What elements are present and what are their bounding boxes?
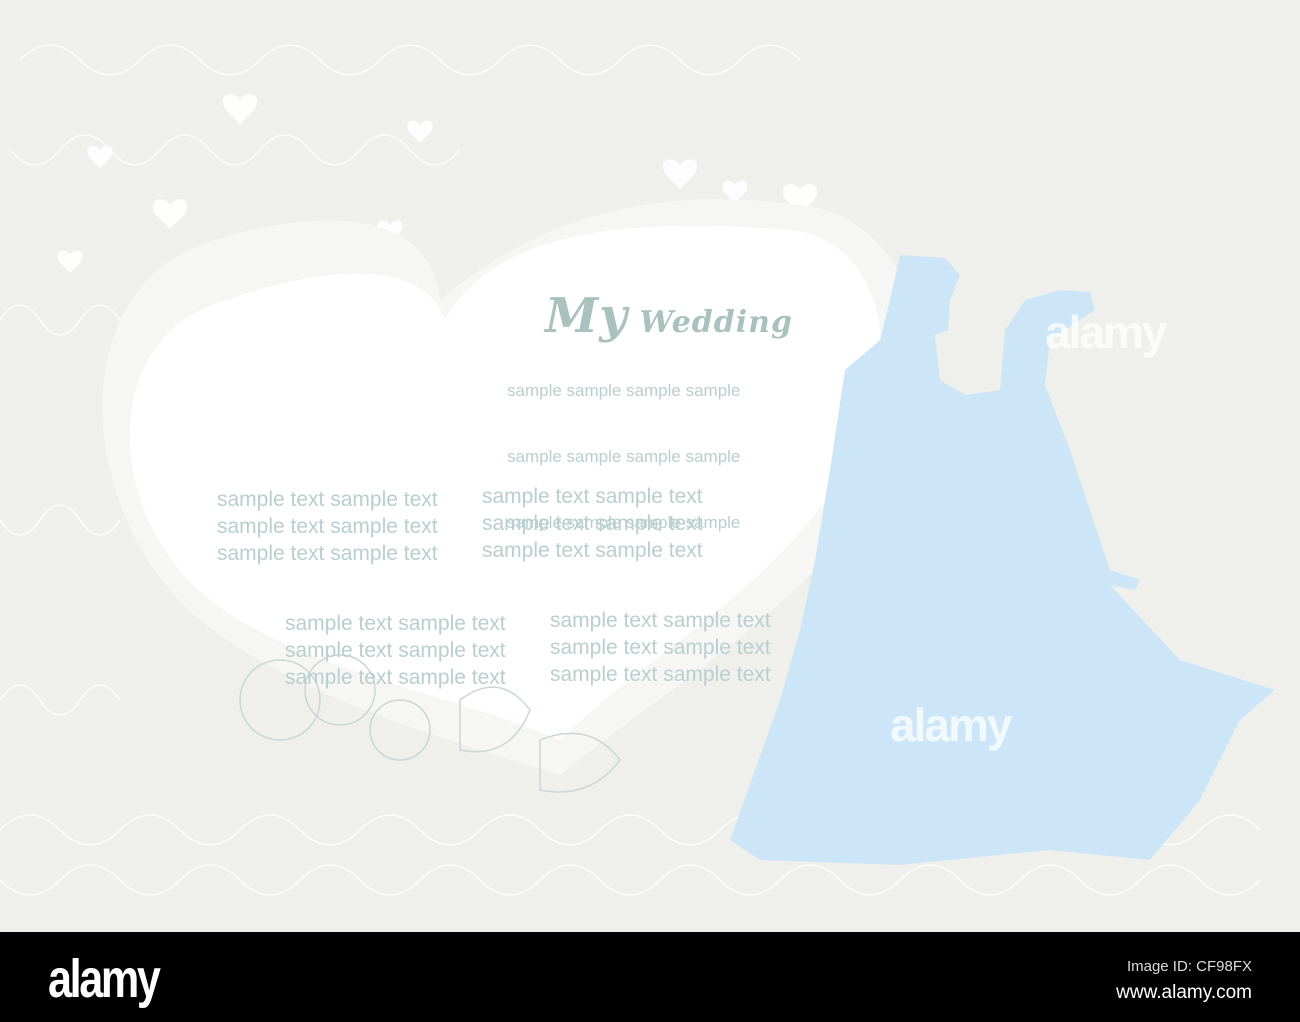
- footer-bar: alamy Image ID: CF98FX www.alamy.com: [0, 932, 1300, 1022]
- watermark: alamy: [1045, 306, 1167, 358]
- text-line: sample text sample text: [285, 639, 506, 662]
- watermark: alamy: [890, 699, 1012, 751]
- image-id: Image ID: CF98FX: [1126, 958, 1252, 975]
- text-line: sample text sample text: [217, 488, 438, 511]
- site-url: www.alamy.com: [1116, 982, 1252, 1003]
- sample-line: sample sample sample sample: [507, 381, 741, 400]
- text-line: sample text sample text: [217, 515, 438, 538]
- wedding-card: My Wedding sample sample sample sample s…: [0, 0, 1300, 932]
- text-line: sample text sample text: [482, 485, 703, 508]
- alamy-logo: alamy: [48, 949, 161, 1009]
- text-line: sample text sample text: [285, 612, 506, 635]
- text-line: sample text sample text: [550, 636, 771, 659]
- text-block-c: sample text sample text sample text sampl…: [285, 556, 506, 745]
- text-line: sample text sample text: [482, 512, 703, 535]
- text-block-d: sample text sample text sample text sampl…: [550, 553, 771, 742]
- text-line: sample text sample text: [550, 609, 771, 632]
- text-line: sample text sample text: [550, 663, 771, 686]
- text-line: sample text sample text: [285, 666, 506, 689]
